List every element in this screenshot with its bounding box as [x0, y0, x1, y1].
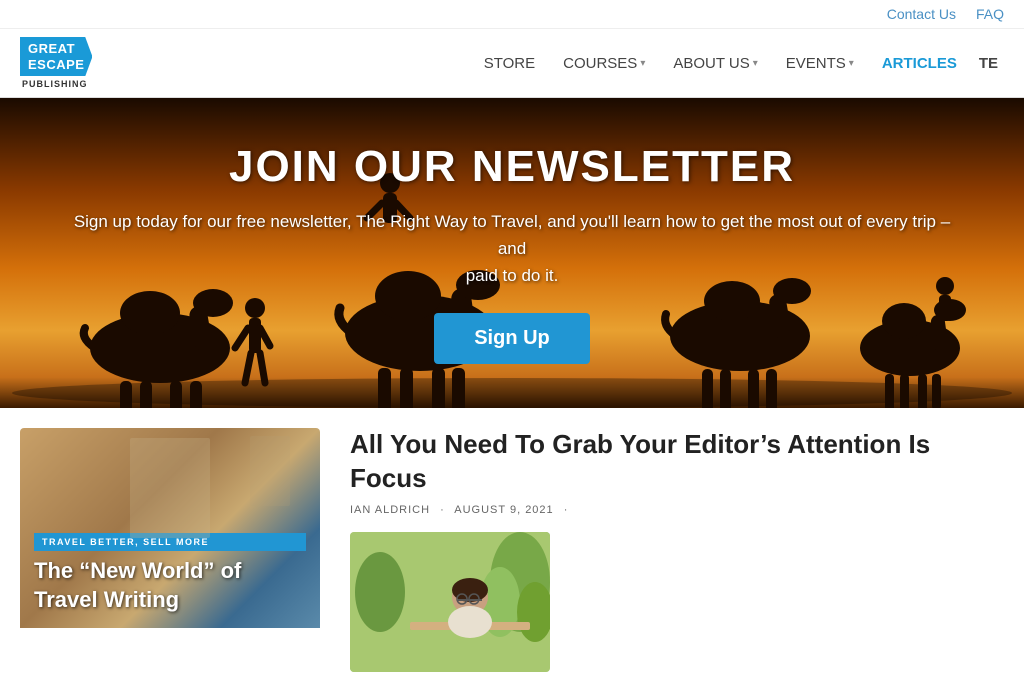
- hero-title: JOIN OUR NEWSLETTER: [62, 142, 962, 192]
- courses-caret: ▾: [640, 58, 645, 69]
- logo-line2: ESCAPE: [28, 57, 84, 73]
- nav-courses[interactable]: COURSES ▾: [551, 47, 657, 80]
- article-author: IAN ALDRICH: [350, 504, 430, 516]
- article-card-image: TRAVEL BETTER, SELL MORE The “New World”…: [20, 428, 320, 628]
- nav-store[interactable]: STORE: [472, 47, 547, 80]
- about-caret: ▾: [753, 58, 758, 69]
- faq-link[interactable]: FAQ: [976, 6, 1004, 22]
- logo-publishing: PUBLISHING: [20, 79, 92, 89]
- header: GREAT ESCAPE PUBLISHING STORE COURSES ▾ …: [0, 29, 1024, 98]
- logo-flag: GREAT ESCAPE: [20, 37, 92, 76]
- logo-line1: GREAT: [28, 41, 84, 57]
- article-title: All You Need To Grab Your Editor’s Atten…: [350, 428, 1004, 496]
- hero-content: JOIN OUR NEWSLETTER Sign up today for ou…: [42, 142, 982, 365]
- nav-articles[interactable]: ARTICLES: [870, 47, 969, 80]
- article-thumbnail: [350, 532, 550, 672]
- card-title: The “New World” of Travel Writing: [34, 557, 306, 614]
- events-caret: ▾: [849, 58, 854, 69]
- article-thumb-svg: [350, 532, 550, 672]
- article-dot: ·: [564, 504, 569, 516]
- article-main: All You Need To Grab Your Editor’s Atten…: [350, 428, 1004, 672]
- article-date: AUGUST 9, 2021: [454, 504, 553, 516]
- logo[interactable]: GREAT ESCAPE PUBLISHING: [20, 37, 92, 89]
- article-card[interactable]: TRAVEL BETTER, SELL MORE The “New World”…: [20, 428, 320, 672]
- main-nav: STORE COURSES ▾ ABOUT US ▾ EVENTS ▾ ARTI…: [472, 47, 1004, 80]
- contact-link[interactable]: Contact Us: [887, 6, 956, 22]
- article-separator: ·: [440, 504, 445, 516]
- hero-subtitle: Sign up today for our free newsletter, T…: [62, 208, 962, 290]
- nav-te[interactable]: TE: [973, 47, 1004, 80]
- nav-events[interactable]: EVENTS ▾: [774, 47, 866, 80]
- hero-banner: JOIN OUR NEWSLETTER Sign up today for ou…: [0, 98, 1024, 408]
- article-meta: IAN ALDRICH · AUGUST 9, 2021 ·: [350, 504, 1004, 516]
- signup-button[interactable]: Sign Up: [434, 313, 590, 364]
- top-bar: Contact Us FAQ: [0, 0, 1024, 29]
- content-area: TRAVEL BETTER, SELL MORE The “New World”…: [0, 408, 1024, 692]
- nav-about[interactable]: ABOUT US ▾: [661, 47, 769, 80]
